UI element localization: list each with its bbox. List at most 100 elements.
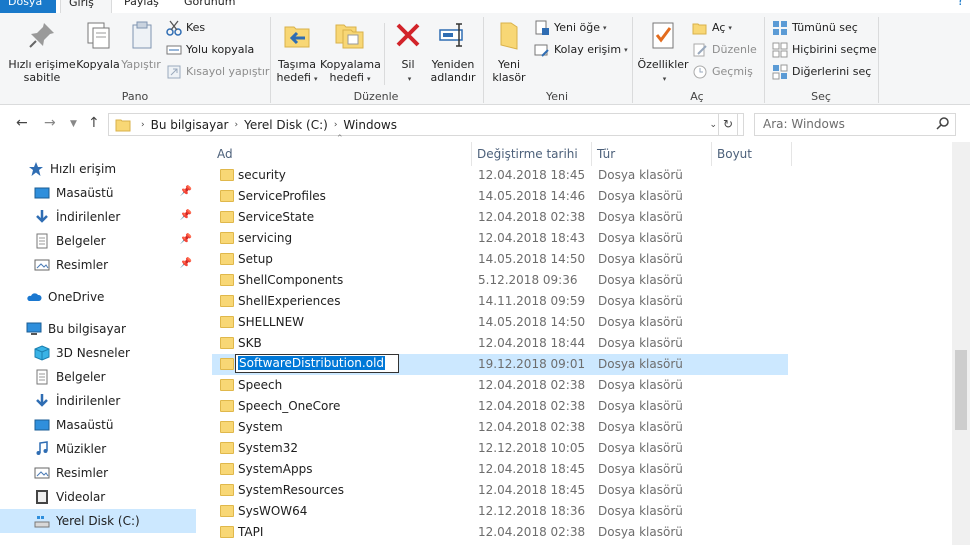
breadcrumb-this-pc[interactable]: Bu bilgisayar [151, 118, 229, 132]
nav-item-documents[interactable]: Belgeler [34, 365, 196, 389]
copy-to-button[interactable]: Kopyalama hedefi ▾ [320, 19, 381, 86]
easy-access-button[interactable]: Kolay erişim ▾ [534, 41, 628, 59]
pin-icon[interactable]: 📌 [180, 234, 192, 245]
nav-item-music[interactable]: Müzikler [34, 437, 196, 461]
nav-item-local-disk[interactable]: Yerel Disk (C:) [0, 509, 196, 533]
tab-file[interactable]: Dosya [0, 0, 56, 13]
column-header-name[interactable]: Ad [212, 142, 471, 166]
copy-path-icon [166, 42, 182, 58]
file-modified-date: 12.04.2018 02:38 [478, 210, 586, 224]
table-row[interactable]: ServiceState 12.04.2018 02:38 Dosya klasör… [212, 207, 788, 228]
table-row[interactable]: ShellExperiences 14.11.2018 09:59 Dosya kl… [212, 291, 788, 312]
table-row[interactable]: SystemApps 12.04.2018 18:45 Dosya klasörü [212, 459, 788, 480]
back-arrow-icon[interactable]: ← [16, 115, 28, 131]
tab-view[interactable]: Görünüm [176, 0, 243, 13]
paste-button[interactable]: Yapıştır [120, 19, 162, 71]
recent-chevron-down-icon[interactable]: ▼ [70, 119, 77, 129]
nav-item-pictures[interactable]: Resimler [34, 461, 196, 485]
pin-icon[interactable]: 📌 [180, 186, 192, 197]
history-button[interactable]: Geçmiş [692, 63, 753, 81]
invert-selection-button[interactable]: Diğerlerini seç [772, 63, 871, 81]
breadcrumb-chevron-icon[interactable]: › [235, 120, 239, 130]
nav-item-pictures-pinned[interactable]: Resimler 📌 [34, 253, 196, 277]
open-button[interactable]: Aç ▾ [692, 19, 732, 37]
properties-icon [652, 22, 674, 49]
nav-item-3d-objects[interactable]: 3D Nesneler [34, 341, 196, 365]
table-row[interactable]: SysWOW64 12.12.2018 18:36 Dosya klasörü [212, 501, 788, 522]
nav-item-onedrive[interactable]: OneDrive [26, 285, 196, 309]
folder-icon [220, 253, 234, 265]
column-divider[interactable] [791, 142, 792, 166]
delete-button[interactable]: Sil ▾ [390, 19, 426, 86]
tab-home[interactable]: Giriş [60, 0, 112, 13]
pin-icon[interactable]: 📌 [180, 210, 192, 221]
table-row[interactable]: Speech 12.04.2018 02:38 Dosya klasörü [212, 375, 788, 396]
forward-arrow-icon[interactable]: → [44, 115, 56, 131]
nav-item-this-pc[interactable]: Bu bilgisayar [26, 317, 196, 341]
new-item-button[interactable]: Yeni öğe ▾ [534, 19, 607, 37]
scrollbar-thumb[interactable] [955, 350, 967, 430]
help-icon[interactable]: ? [957, 0, 964, 9]
pin-quick-access-button[interactable]: Hızlı erişime sabitle [6, 19, 78, 84]
file-type: Dosya klasörü [598, 483, 683, 497]
pin-icon[interactable]: 📌 [180, 258, 192, 269]
properties-button[interactable]: Özellikler ▾ [636, 19, 690, 86]
table-row[interactable]: servicing 12.04.2018 18:43 Dosya klasörü [212, 228, 788, 249]
breadcrumb-windows[interactable]: Windows [343, 118, 397, 132]
table-row[interactable]: SoftwareDistribution.old 19.12.2018 09:01… [212, 354, 788, 375]
table-row[interactable]: SHELLNEW 14.05.2018 14:50 Dosya klasörü [212, 312, 788, 333]
nav-item-quick-access[interactable]: Hızlı erişim [28, 157, 196, 181]
select-all-button[interactable]: Tümünü seç [772, 19, 858, 37]
nav-item-downloads[interactable]: İndirilenler [34, 389, 196, 413]
table-row[interactable]: System 12.04.2018 02:38 Dosya klasörü [212, 417, 788, 438]
select-none-button[interactable]: Hiçbirini seçme [772, 41, 877, 59]
nav-item-desktop-pinned[interactable]: Masaüstü 📌 [34, 181, 196, 205]
file-type: Dosya klasörü [598, 336, 683, 350]
refresh-icon[interactable]: ↻ [718, 113, 738, 136]
breadcrumb-local-disk[interactable]: Yerel Disk (C:) [244, 118, 328, 132]
table-row[interactable]: ShellComponents 5.12.2018 09:36 Dosya klas… [212, 270, 788, 291]
table-row[interactable]: SKB 12.04.2018 18:44 Dosya klasörü [212, 333, 788, 354]
move-to-button[interactable]: Taşıma hedefi ▾ [274, 19, 320, 86]
search-icon[interactable] [936, 116, 950, 133]
new-folder-button[interactable]: Yeni klasör [488, 19, 530, 84]
up-arrow-icon[interactable]: ↑ [88, 115, 100, 131]
table-row[interactable]: security 12.04.2018 18:45 Dosya klasörü [212, 165, 788, 186]
copy-path-button[interactable]: Yolu kopyala [166, 41, 254, 59]
cut-button[interactable]: Kes [166, 19, 205, 37]
rename-button[interactable]: Yeniden adlandır [428, 19, 478, 84]
paste-shortcut-button[interactable]: Kısayol yapıştır [166, 63, 269, 81]
address-bar[interactable]: › Bu bilgisayar › Yerel Disk (C:) › Wind… [108, 113, 744, 136]
breadcrumb-chevron-icon[interactable]: › [334, 120, 338, 130]
new-folder-label: Yeni klasör [492, 58, 526, 84]
select-all-label: Tümünü seç [792, 21, 858, 34]
vertical-scrollbar[interactable] [952, 142, 970, 545]
copy-button[interactable]: Kopyala [76, 19, 120, 71]
table-row[interactable]: Speech_OneCore 12.04.2018 02:38 Dosya klas… [212, 396, 788, 417]
file-name: Speech_OneCore [238, 399, 341, 413]
nav-item-videos[interactable]: Videolar [34, 485, 196, 509]
table-row[interactable]: TAPI 12.04.2018 02:38 Dosya klasörü [212, 522, 788, 543]
table-row[interactable]: Setup 14.05.2018 14:50 Dosya klasörü [212, 249, 788, 270]
column-header-type[interactable]: Tür [592, 142, 711, 166]
select-all-icon [772, 20, 788, 36]
nav-item-desktop[interactable]: Masaüstü [34, 413, 196, 437]
copy-path-label: Yolu kopyala [186, 43, 255, 56]
tab-share[interactable]: Paylaş [116, 0, 167, 13]
nav-label: Resimler [56, 466, 109, 480]
breadcrumb-chevron-icon[interactable]: › [141, 120, 145, 130]
folder-icon [220, 484, 234, 496]
search-input[interactable]: Ara: Windows [754, 113, 956, 136]
table-row[interactable]: SystemResources 12.04.2018 18:45 Dosya kla… [212, 480, 788, 501]
table-row[interactable]: System32 12.12.2018 10:05 Dosya klasörü [212, 438, 788, 459]
table-row[interactable]: ServiceProfiles 14.05.2018 14:46 Dosya kla… [212, 186, 788, 207]
nav-item-downloads-pinned[interactable]: İndirilenler 📌 [34, 205, 196, 229]
column-header-date[interactable]: Değiştirme tarihi [472, 142, 591, 166]
column-header-size[interactable]: Boyut [712, 142, 791, 166]
ribbon-separator [878, 17, 879, 103]
edit-button[interactable]: Düzenle [692, 41, 757, 59]
nav-item-documents-pinned[interactable]: Belgeler 📌 [34, 229, 196, 253]
file-name: Setup [238, 252, 273, 266]
rename-input[interactable]: SoftwareDistribution.old [235, 354, 399, 373]
address-dropdown-icon[interactable]: ⌄ [709, 120, 717, 130]
